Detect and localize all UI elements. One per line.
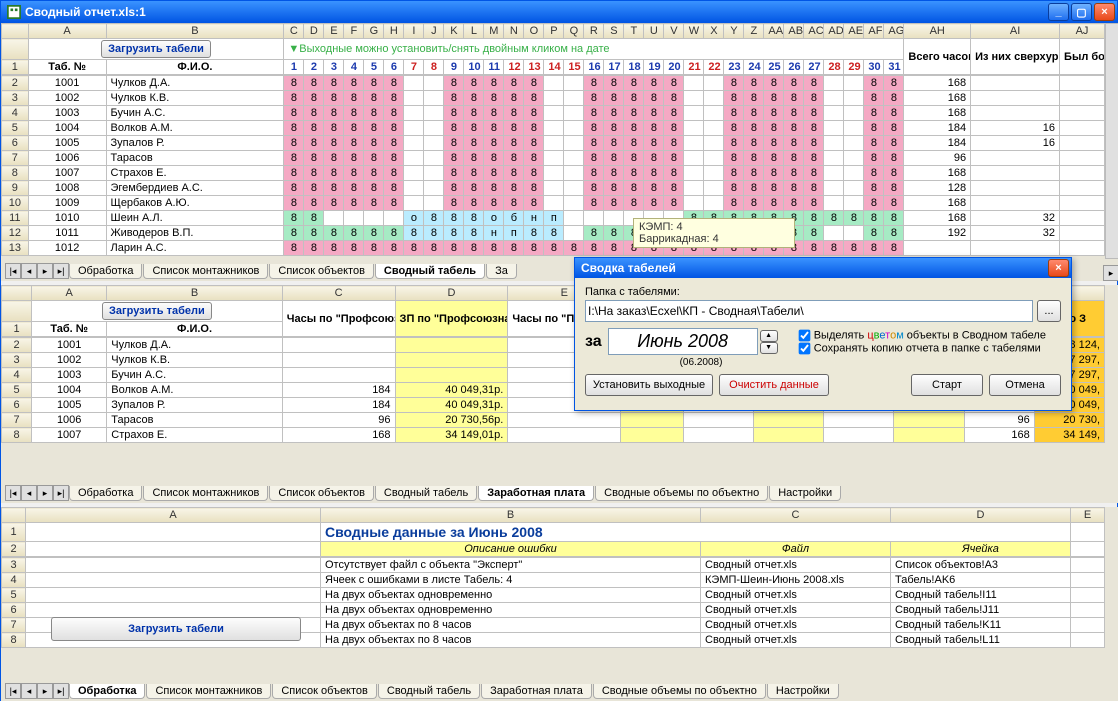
- app-icon: [7, 5, 21, 19]
- scroll-right[interactable]: ▸: [1103, 265, 1118, 281]
- day-header-16[interactable]: 16: [584, 60, 604, 75]
- tab-nav-next[interactable]: ▸: [37, 263, 53, 279]
- day-header-29[interactable]: 29: [844, 60, 864, 75]
- day-header-30[interactable]: 30: [864, 60, 884, 75]
- day-header-20[interactable]: 20: [664, 60, 684, 75]
- day-header-19[interactable]: 19: [644, 60, 664, 75]
- tab-obrabotka[interactable]: Обработка: [69, 264, 142, 279]
- bot-row[interactable]: 5На двух объектах одновременноСводный от…: [2, 588, 1105, 603]
- set-holidays-button[interactable]: Установить выходные: [585, 374, 713, 396]
- day-header-27[interactable]: 27: [804, 60, 824, 75]
- tab-spisok-obektov[interactable]: Список объектов: [269, 264, 374, 279]
- summary-title: Сводные данные за Июнь 2008: [321, 523, 1071, 542]
- top-row[interactable]: 71006Тарасов8888888888888888888888896: [2, 151, 1105, 166]
- day-header-17[interactable]: 17: [604, 60, 624, 75]
- day-header-10[interactable]: 10: [464, 60, 484, 75]
- load-tables-button-mid[interactable]: Загрузить табели: [102, 302, 212, 320]
- tab-svodnyj-tabel[interactable]: Сводный табель: [375, 264, 485, 279]
- day-header-31[interactable]: 31: [884, 60, 904, 75]
- day-header-28[interactable]: 28: [824, 60, 844, 75]
- day-header-13[interactable]: 13: [524, 60, 544, 75]
- maximize-button[interactable]: ▢: [1071, 3, 1092, 21]
- tab-nav-prev[interactable]: ◂: [21, 263, 37, 279]
- holiday-hint: ▼Выходные можно установить/снять двойным…: [284, 39, 904, 60]
- top-row[interactable]: 111010Шеин А.Л.88о888обнп888888888881683…: [2, 211, 1105, 226]
- bot-row[interactable]: 6На двух объектах одновременноСводный от…: [2, 603, 1105, 618]
- day-header-3[interactable]: 3: [324, 60, 344, 75]
- summary-dialog: Сводка табелей × Папка с табелями: ... з…: [574, 257, 1072, 411]
- day-header-5[interactable]: 5: [364, 60, 384, 75]
- close-button[interactable]: ×: [1094, 3, 1115, 21]
- top-grid[interactable]: A B CDEFGHIJKLMNOPQRSTUVWXYZAAABACADAEAF…: [1, 23, 1105, 75]
- bot-row[interactable]: 4Ячеек с ошибками в листе Табель: 4КЭМП-…: [2, 573, 1105, 588]
- tab-nav-first[interactable]: |◂: [5, 263, 21, 279]
- day-header-18[interactable]: 18: [624, 60, 644, 75]
- cell-tooltip: КЭМП: 4 Баррикадная: 4: [633, 218, 795, 248]
- period-up[interactable]: ▲: [760, 330, 778, 342]
- day-header-24[interactable]: 24: [744, 60, 764, 75]
- day-header-22[interactable]: 22: [704, 60, 724, 75]
- minimize-button[interactable]: _: [1048, 3, 1069, 21]
- top-row[interactable]: 21001Чулков Д.А.888888888888888888888881…: [2, 76, 1105, 91]
- save-copy-checkbox[interactable]: [798, 342, 810, 354]
- period-input[interactable]: [608, 328, 758, 355]
- start-button[interactable]: Старт: [911, 374, 983, 396]
- mid-row[interactable]: 71006Тарасов9620 730,56р.9620 730,: [2, 413, 1105, 428]
- day-header-9[interactable]: 9: [444, 60, 464, 75]
- day-header-23[interactable]: 23: [724, 60, 744, 75]
- day-header-25[interactable]: 25: [764, 60, 784, 75]
- bot-row[interactable]: 3Отсутствует файл с объекта "Эксперт"Сво…: [2, 558, 1105, 573]
- top-row[interactable]: 41003Бучин А.С.8888888888888888888888816…: [2, 106, 1105, 121]
- top-row[interactable]: 61005Зупалов Р.8888888888888888888888818…: [2, 136, 1105, 151]
- day-header-7[interactable]: 7: [404, 60, 424, 75]
- top-row[interactable]: 51004Волков А.М.888888888888888888888881…: [2, 121, 1105, 136]
- top-row[interactable]: 31002Чулков К.В.888888888888888888888881…: [2, 91, 1105, 106]
- folder-input[interactable]: [585, 300, 1033, 322]
- day-header-12[interactable]: 12: [504, 60, 524, 75]
- tab-nav-last[interactable]: ▸|: [53, 263, 69, 279]
- dialog-close-button[interactable]: ×: [1048, 259, 1069, 277]
- window-title: Сводный отчет.xls:1: [25, 5, 1046, 19]
- top-row[interactable]: 91008Эгембердиев А.С.8888888888888888888…: [2, 181, 1105, 196]
- day-header-4[interactable]: 4: [344, 60, 364, 75]
- cancel-button[interactable]: Отмена: [989, 374, 1061, 396]
- load-tables-button-top[interactable]: Загрузить табели: [101, 40, 211, 58]
- top-row[interactable]: 101009Щербаков А.Ю.888888888888888888888…: [2, 196, 1105, 211]
- load-tables-button-bot[interactable]: Загрузить табели: [51, 617, 301, 641]
- top-row[interactable]: 131012Ларин А.С.888888888888888888888888…: [2, 241, 1105, 256]
- period-down[interactable]: ▼: [760, 342, 778, 354]
- top-row[interactable]: 81007Страхов Е.8888888888888888888888816…: [2, 166, 1105, 181]
- day-header-11[interactable]: 11: [484, 60, 504, 75]
- tab-spisok-montazhnikov[interactable]: Список монтажников: [143, 264, 268, 279]
- day-header-2[interactable]: 2: [304, 60, 324, 75]
- day-header-26[interactable]: 26: [784, 60, 804, 75]
- day-header-21[interactable]: 21: [684, 60, 704, 75]
- mid-row[interactable]: 81007Страхов Е.16834 149,01р.16834 149,: [2, 428, 1105, 443]
- day-header-14[interactable]: 14: [544, 60, 564, 75]
- browse-button[interactable]: ...: [1037, 300, 1061, 322]
- dialog-titlebar: Сводка табелей ×: [575, 258, 1071, 278]
- bot-grid[interactable]: ABCDE 1Сводные данные за Июнь 2008 2Опис…: [1, 507, 1105, 557]
- highlight-checkbox[interactable]: [798, 329, 810, 341]
- day-header-1[interactable]: 1: [284, 60, 304, 75]
- main-titlebar: Сводный отчет.xls:1 _ ▢ ×: [1, 1, 1117, 23]
- folder-label: Папка с табелями:: [585, 286, 1061, 298]
- tab-zar[interactable]: За: [486, 264, 517, 279]
- day-header-6[interactable]: 6: [384, 60, 404, 75]
- day-header-15[interactable]: 15: [564, 60, 584, 75]
- day-header-8[interactable]: 8: [424, 60, 444, 75]
- clear-data-button[interactable]: Очистить данные: [719, 374, 829, 396]
- top-row[interactable]: 121011Живодеров В.П.8888888888нп88888888…: [2, 226, 1105, 241]
